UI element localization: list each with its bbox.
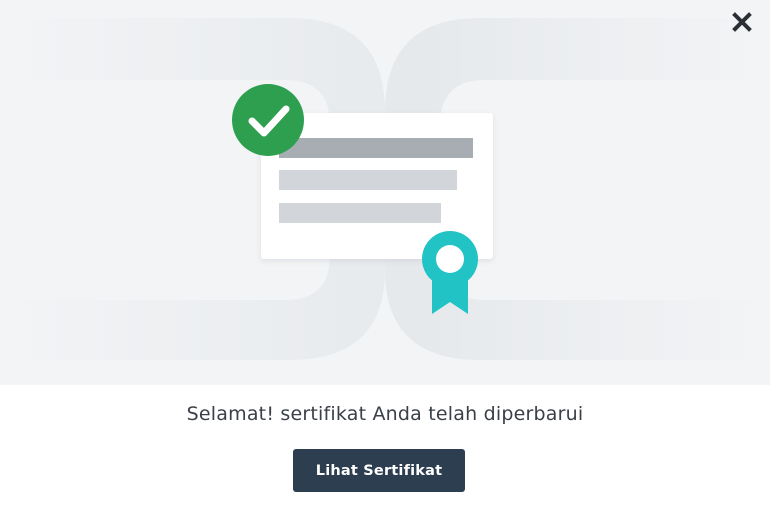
close-button[interactable] (728, 8, 756, 36)
certificate-illustration (0, 0, 770, 385)
illustration-canvas (0, 0, 770, 385)
certificate-updated-modal: Selamat! sertifikat Anda telah diperbaru… (0, 0, 770, 519)
certificate-line-1 (279, 138, 473, 158)
view-certificate-button[interactable]: Lihat Sertifikat (293, 449, 465, 492)
certificate-line-2 (279, 170, 457, 190)
checkmark-icon (232, 84, 304, 156)
certificate-line-3 (279, 203, 441, 223)
success-message: Selamat! sertifikat Anda telah diperbaru… (186, 403, 584, 425)
close-icon (732, 12, 752, 32)
